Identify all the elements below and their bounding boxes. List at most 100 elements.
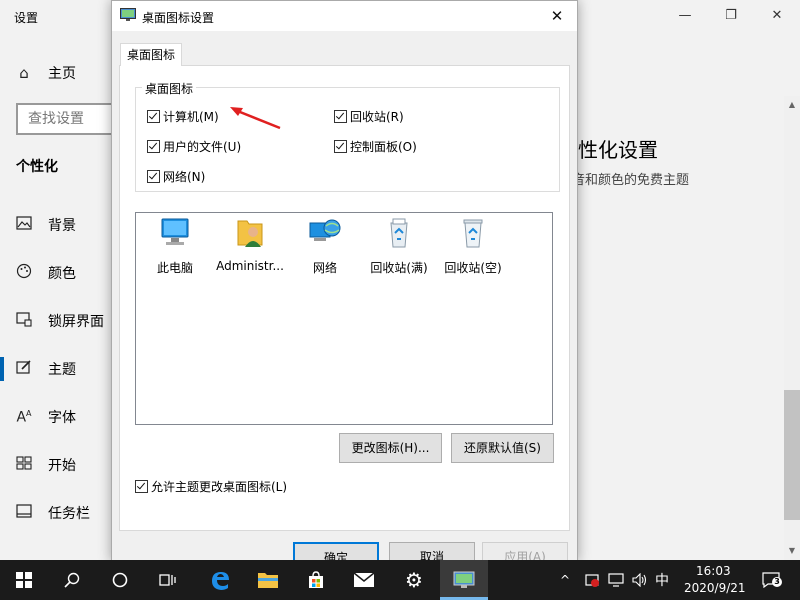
- checkbox-label: 允许主题更改桌面图标(L): [151, 480, 288, 494]
- settings-taskbar-button[interactable]: ⚙: [390, 560, 438, 600]
- brush-icon: [0, 359, 48, 379]
- checkbox-network[interactable]: 网络(N): [147, 168, 205, 185]
- checkbox-label: 控制面板(O): [350, 140, 417, 154]
- nav-item-background[interactable]: 背景: [0, 210, 76, 240]
- search-icon: [64, 572, 80, 588]
- dialog-close-button[interactable]: ✕: [542, 5, 572, 27]
- checkbox-checked-icon: [334, 110, 347, 123]
- desktop-icon-settings-dialog: 桌面图标设置 ✕ 桌面图标 桌面图标 计算机(M) 回收站(R) 用户的文件(U…: [111, 0, 578, 572]
- tab-desktop-icons[interactable]: 桌面图标: [120, 43, 182, 66]
- scrollbar-thumb[interactable]: [784, 390, 800, 520]
- checkbox-checked-icon: [147, 170, 160, 183]
- nav-item-label: 主题: [48, 362, 76, 378]
- volume-icon: [632, 573, 647, 587]
- checkbox-label: 用户的文件(U): [163, 140, 242, 154]
- checkbox-control-panel[interactable]: 控制面板(O): [334, 138, 417, 155]
- icon-list[interactable]: 此电脑 Administr... 网络 回收站(满) 回收站(空): [135, 212, 553, 425]
- checkbox-label: 计算机(M): [163, 110, 219, 124]
- file-explorer-button[interactable]: [244, 560, 292, 600]
- checkbox-checked-icon: [147, 110, 160, 123]
- checkbox-allow-themes[interactable]: 允许主题更改桌面图标(L): [135, 478, 287, 495]
- image-icon: [0, 216, 48, 234]
- settings-title: 设置: [14, 11, 39, 25]
- nav-item-label: 字体: [48, 410, 76, 426]
- taskbar-icon: [0, 504, 48, 522]
- mail-button[interactable]: [340, 560, 388, 600]
- cortana-button[interactable]: [96, 560, 144, 600]
- checkbox-label: 回收站(R): [350, 110, 404, 124]
- icon-item-this-pc[interactable]: 此电脑: [139, 217, 211, 276]
- notification-count-badge: 3: [772, 577, 782, 587]
- checkbox-label: 网络(N): [163, 170, 206, 184]
- checkbox-checked-icon: [147, 140, 160, 153]
- content-title: 性化设置: [578, 138, 658, 162]
- nav-item-lock-screen[interactable]: 锁屏界面: [0, 306, 104, 336]
- scroll-up-icon[interactable]: ▲: [784, 98, 800, 112]
- start-button[interactable]: [0, 560, 48, 600]
- minimize-button[interactable]: —: [670, 6, 700, 26]
- tray-network[interactable]: [608, 560, 624, 600]
- icon-caption: 此电脑: [156, 261, 193, 275]
- icon-item-recycle-bin-full[interactable]: 回收站(满): [363, 217, 435, 276]
- nav-item-taskbar[interactable]: 任务栏: [0, 498, 90, 528]
- clock-date: 2020/9/21: [684, 581, 746, 595]
- mail-icon: [353, 572, 375, 587]
- group-label: 桌面图标: [142, 80, 197, 97]
- checkbox-recycle-bin[interactable]: 回收站(R): [334, 108, 404, 125]
- tray-volume[interactable]: [632, 560, 648, 600]
- store-button[interactable]: [292, 560, 340, 600]
- desktop-icon-settings-taskbar-button[interactable]: [440, 560, 488, 600]
- close-button[interactable]: ✕: [762, 6, 792, 26]
- nav-item-themes[interactable]: 主题: [0, 354, 76, 384]
- checkbox-computer[interactable]: 计算机(M): [147, 108, 219, 125]
- taskbar-search-button[interactable]: [48, 560, 96, 600]
- tray-defender[interactable]: [584, 560, 600, 600]
- nav-home[interactable]: ⌂ 主页: [0, 58, 76, 88]
- lock-screen-icon: [0, 311, 48, 331]
- icon-item-recycle-bin-empty[interactable]: 回收站(空): [437, 217, 509, 276]
- recycle-bin-full-icon: [390, 218, 408, 248]
- dialog-titlebar[interactable]: 桌面图标设置 ✕: [112, 1, 577, 31]
- font-icon: AA: [16, 408, 32, 426]
- task-view-button[interactable]: [144, 560, 192, 600]
- start-grid-icon: [0, 456, 48, 474]
- desktop-icon-settings-icon: [453, 571, 475, 588]
- recycle-bin-empty-icon: [463, 219, 483, 248]
- show-hidden-icons-button[interactable]: ^: [560, 560, 570, 600]
- checkbox-checked-icon: [334, 140, 347, 153]
- settings-icon: ⚙: [405, 568, 423, 592]
- home-icon: ⌂: [19, 64, 29, 82]
- maximize-button[interactable]: ❐: [716, 6, 746, 26]
- nav-item-start[interactable]: 开始: [0, 450, 76, 480]
- restore-default-button[interactable]: 还原默认值(S): [451, 433, 554, 463]
- network-icon: [309, 219, 341, 241]
- annotation-arrow-icon: [230, 107, 281, 130]
- scroll-down-icon[interactable]: ▼: [784, 544, 800, 558]
- nav-home-label: 主页: [48, 66, 76, 82]
- change-icon-button[interactable]: 更改图标(H)...: [339, 433, 442, 463]
- desktop-icon-settings-icon: [120, 8, 136, 21]
- nav-item-fonts[interactable]: AA 字体: [0, 402, 76, 432]
- chevron-up-icon: ^: [560, 573, 571, 587]
- tab-panel: 桌面图标 计算机(M) 回收站(R) 用户的文件(U) 控制面板(O) 网络(N…: [119, 65, 570, 531]
- checkbox-user-files[interactable]: 用户的文件(U): [147, 138, 241, 155]
- task-view-icon: [159, 574, 176, 586]
- edge-button[interactable]: [196, 560, 244, 600]
- icon-item-network[interactable]: 网络: [289, 217, 361, 276]
- checkbox-checked-icon: [135, 480, 148, 493]
- edge-icon: [212, 572, 229, 590]
- nav-item-colors[interactable]: 颜色: [0, 258, 76, 288]
- icon-caption: Administr...: [216, 259, 284, 273]
- icon-caption: 回收站(空): [444, 261, 502, 275]
- ime-indicator[interactable]: 中: [655, 560, 669, 600]
- icon-caption: 回收站(满): [370, 261, 428, 275]
- icon-item-user-files[interactable]: Administr...: [214, 217, 286, 273]
- nav-item-label: 任务栏: [48, 506, 90, 522]
- nav-item-label: 开始: [48, 458, 76, 474]
- nav-item-label: 背景: [48, 218, 76, 234]
- user-folder-icon: [237, 220, 263, 247]
- settings-search-input[interactable]: 查找设置: [16, 103, 120, 135]
- content-subtitle: 音和颜色的免费主题: [572, 173, 690, 188]
- nav-item-label: 颜色: [48, 266, 76, 282]
- network-status-icon: [608, 573, 624, 587]
